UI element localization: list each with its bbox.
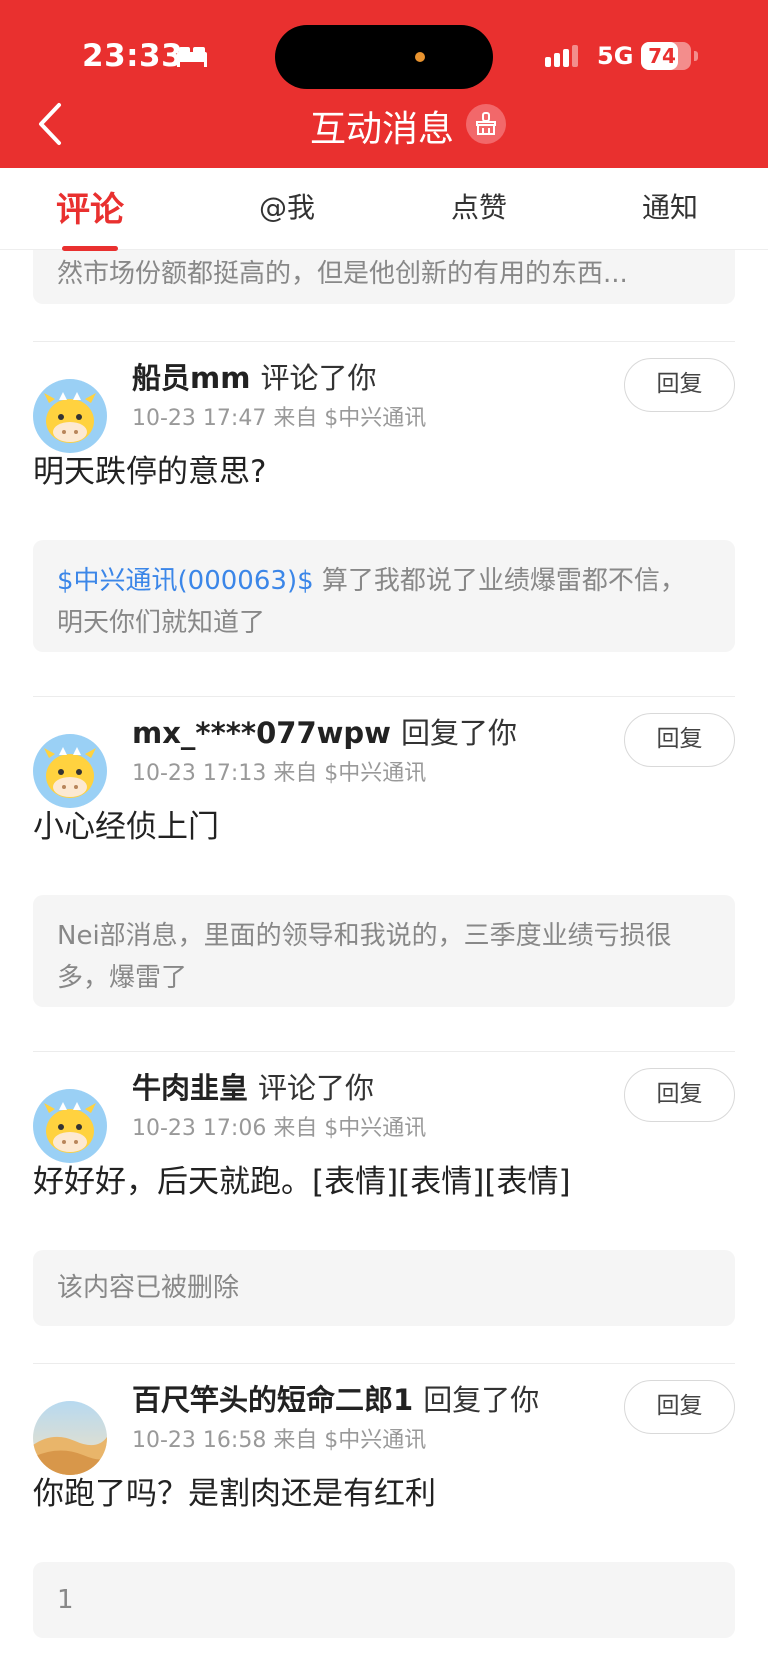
tab-mentions[interactable]: @我 (197, 186, 377, 226)
cow-avatar-icon (33, 379, 107, 453)
quoted-post[interactable]: Nei部消息，里面的领导和我说的，三季度业绩亏损很多，爆雷了 (33, 895, 735, 1007)
quoted-post[interactable]: 该内容已被删除 (33, 1250, 735, 1326)
page-title-wrap: 互动消息 (310, 100, 454, 152)
previous-item-quote[interactable]: 然市场份额都挺高的，但是他创新的有用的东西... (33, 250, 735, 304)
cow-avatar-icon (33, 734, 107, 808)
network-type: 5G (597, 42, 634, 70)
avatar[interactable] (33, 1089, 107, 1163)
quote-text: Nei部消息，里面的领导和我说的，三季度业绩亏损很多，爆雷了 (57, 921, 672, 993)
cellular-signal-icon (545, 45, 578, 67)
user-name[interactable]: 百尺竿头的短命二郎1 (132, 1383, 413, 1417)
user-name-row: mx_****077wpw 回复了你 (132, 710, 517, 752)
status-time: 23:33 (82, 38, 184, 74)
action-label: 回复了你 (400, 716, 517, 750)
avatar[interactable] (33, 1401, 107, 1475)
avatar[interactable] (33, 379, 107, 453)
user-name-row: 牛肉韭皇 评论了你 (132, 1065, 374, 1107)
battery-percent: 74 (648, 44, 676, 68)
comment-feed[interactable]: 然市场份额都挺高的，但是他创新的有用的东西... 船员mm 评论了你 10-23 … (0, 250, 768, 1669)
comment-content[interactable]: 小心经侦上门 (33, 801, 219, 846)
item-divider (33, 1363, 735, 1364)
quote-text: 1 (57, 1585, 74, 1615)
page-title: 互动消息 (310, 109, 455, 150)
broom-icon (476, 112, 496, 135)
comment-content[interactable]: 你跑了吗？是割肉还是有红利 (33, 1468, 436, 1513)
user-name[interactable]: 牛肉韭皇 (132, 1071, 248, 1105)
quoted-post[interactable]: $中兴通讯(000063)$ 算了我都说了业绩爆雷都不信，明天你们就知道了 (33, 540, 735, 652)
item-meta: 10-23 17:47 来自 $中兴通讯 (132, 406, 427, 431)
item-meta: 10-23 16:58 来自 $中兴通讯 (132, 1428, 427, 1453)
chevron-left-icon (39, 103, 61, 145)
reply-button[interactable]: 回复 (624, 358, 735, 412)
back-button[interactable] (28, 96, 72, 152)
quote-text: 该内容已被删除 (57, 1273, 240, 1303)
reply-button[interactable]: 回复 (624, 1068, 735, 1122)
app-header: 23:33 5G 74 互动消息 (0, 0, 768, 168)
item-divider (33, 696, 735, 697)
action-label: 评论了你 (260, 361, 377, 395)
cow-avatar-icon (33, 1089, 107, 1163)
clear-unread-button[interactable] (466, 104, 506, 144)
user-name-row: 船员mm 评论了你 (132, 355, 376, 397)
item-divider (33, 341, 735, 342)
tab-notifications[interactable]: 通知 (580, 186, 760, 226)
tab-comments[interactable]: 评论 (0, 182, 180, 231)
user-name[interactable]: mx_****077wpw (132, 716, 391, 750)
reply-button[interactable]: 回复 (624, 713, 735, 767)
dynamic-island (275, 25, 493, 89)
reply-button[interactable]: 回复 (624, 1380, 735, 1434)
stock-link[interactable]: $中兴通讯(000063)$ (57, 566, 314, 596)
quoted-post[interactable]: 1 (33, 1562, 735, 1638)
action-label: 评论了你 (258, 1071, 375, 1105)
tab-likes[interactable]: 点赞 (389, 186, 569, 226)
avatar[interactable] (33, 734, 107, 808)
item-meta: 10-23 17:13 来自 $中兴通讯 (132, 761, 427, 786)
desert-avatar-icon (33, 1401, 107, 1475)
item-divider (33, 1051, 735, 1052)
user-name-row: 百尺竿头的短命二郎1 回复了你 (132, 1377, 539, 1419)
active-tab-indicator (62, 246, 118, 251)
quote-text: 然市场份额都挺高的，但是他创新的有用的东西... (57, 259, 628, 289)
battery-tip (694, 51, 698, 61)
privacy-indicator-dot (415, 52, 425, 62)
message-tabs: 评论 @我 点赞 通知 (0, 168, 768, 251)
sleep-focus-icon (177, 47, 207, 67)
comment-content[interactable]: 好好好，后天就跑。[表情][表情][表情] (33, 1156, 571, 1201)
item-meta: 10-23 17:06 来自 $中兴通讯 (132, 1116, 427, 1141)
comment-content[interactable]: 明天跌停的意思? (33, 446, 266, 491)
battery-icon: 74 (641, 42, 691, 70)
user-name[interactable]: 船员mm (132, 361, 250, 395)
action-label: 回复了你 (423, 1383, 540, 1417)
